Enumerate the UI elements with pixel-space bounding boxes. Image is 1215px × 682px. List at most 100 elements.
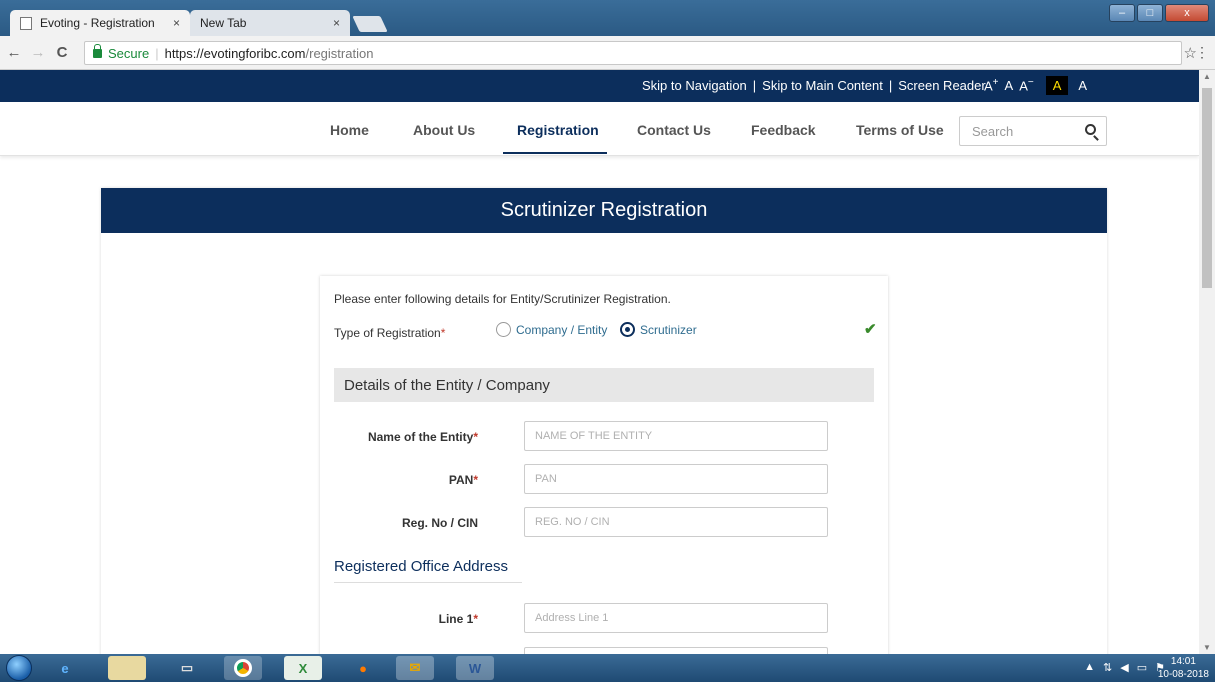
scroll-thumb[interactable] — [1202, 88, 1212, 288]
page-viewport: Skip to Navigation | Skip to Main Conten… — [0, 70, 1199, 654]
minus-icon: − — [1027, 77, 1034, 89]
browser-menu-icon[interactable]: ⋮ — [1195, 44, 1209, 61]
font-decrease-label: A — [1019, 78, 1028, 94]
volume-icon[interactable]: ◀ — [1120, 661, 1128, 674]
close-window-button[interactable]: x — [1165, 4, 1209, 22]
page-title: Scrutinizer Registration — [101, 188, 1107, 233]
tab-close-icon[interactable]: × — [173, 16, 180, 30]
reload-button[interactable]: C — [52, 44, 72, 61]
back-button[interactable]: ← — [4, 44, 24, 61]
arrow-up-icon[interactable]: ▲ — [1084, 661, 1095, 674]
nav-terms-of-use[interactable]: Terms of Use — [856, 122, 944, 138]
word-icon[interactable]: W — [456, 656, 494, 680]
tab-close-icon[interactable]: × — [333, 16, 340, 30]
pan-label: PAN* — [308, 473, 478, 487]
system-tray: ▲ ⇅ ◀ ▭ ⚑ — [1084, 661, 1165, 674]
required-mark: * — [473, 473, 478, 487]
font-increase-button[interactable]: A+ — [984, 77, 999, 93]
search-placeholder: Search — [972, 123, 1014, 139]
pan-input[interactable] — [524, 464, 828, 494]
main-navigation: Home About Us Registration Contact Us Fe… — [0, 102, 1199, 156]
address-line1-input[interactable] — [524, 603, 828, 633]
font-normal-button[interactable]: A — [1005, 78, 1014, 93]
address-bar[interactable]: Secure | https://evotingforibc.com/regis… — [84, 41, 1182, 65]
radio-company-entity[interactable]: Company / Entity — [496, 322, 607, 337]
secure-label: Secure — [108, 45, 150, 61]
search-input[interactable]: Search — [959, 116, 1107, 146]
skip-links: Skip to Navigation | Skip to Main Conten… — [642, 78, 986, 93]
outlook-icon[interactable]: ✉ — [396, 656, 434, 680]
browser-titlebar: Evoting - Registration × New Tab × – □ x — [0, 0, 1215, 36]
radio-label: Company / Entity — [516, 322, 608, 337]
required-mark: * — [473, 430, 478, 444]
nav-registration[interactable]: Registration — [517, 122, 599, 138]
window-controls: – □ x — [1109, 4, 1209, 22]
internet-explorer-icon[interactable]: e — [46, 656, 84, 680]
label-text: Name of the Entity — [367, 430, 474, 444]
radio-button[interactable] — [496, 322, 511, 337]
file-explorer-icon[interactable] — [108, 656, 146, 680]
skip-to-main-content-link[interactable]: Skip to Main Content — [762, 78, 883, 93]
form-intro: Please enter following details for Entit… — [334, 292, 671, 306]
monitor-icon[interactable]: ▭ — [1137, 661, 1147, 674]
screen-reader-link[interactable]: Screen Reader — [898, 78, 985, 93]
firefox-icon[interactable]: ● — [344, 656, 382, 680]
registration-form: Please enter following details for Entit… — [320, 276, 888, 654]
required-mark: * — [473, 612, 478, 626]
scroll-down-arrow-icon[interactable]: ▼ — [1203, 643, 1211, 652]
windows-taskbar: e ▭ X ● ✉ W ▲ ⇅ ◀ ▭ ⚑ 14:01 10-08-2018 — [0, 654, 1215, 682]
lock-icon — [93, 43, 102, 58]
font-size-controls: A+ A A− A A — [984, 76, 1091, 95]
nav-home[interactable]: Home — [330, 122, 369, 138]
registration-type-label: Type of Registration* — [334, 326, 445, 340]
font-decrease-button[interactable]: A− — [1019, 77, 1034, 93]
radio-button-checked[interactable] — [620, 322, 635, 337]
radio-scrutinizer[interactable]: Scrutinizer — [620, 322, 697, 337]
radio-label: Scrutinizer — [640, 322, 697, 337]
scroll-up-arrow-icon[interactable]: ▲ — [1203, 72, 1211, 81]
clock-time: 14:01 — [1170, 656, 1196, 667]
default-contrast-button[interactable]: A — [1074, 76, 1091, 95]
address-line1-label: Line 1* — [308, 612, 478, 626]
tab-evoting-registration[interactable]: Evoting - Registration × — [10, 10, 190, 36]
tab-title: New Tab — [200, 16, 247, 30]
forward-button[interactable]: → — [28, 44, 48, 61]
separator: | — [888, 78, 893, 93]
new-tab-button[interactable] — [352, 16, 388, 32]
nav-contact-us[interactable]: Contact Us — [637, 122, 711, 138]
nav-about-us[interactable]: About Us — [413, 122, 475, 138]
label-text: Reg. No / CIN — [401, 516, 478, 530]
page-scrollbar[interactable]: ▲ ▼ — [1199, 70, 1215, 654]
reg-no-cin-label: Reg. No / CIN — [308, 516, 478, 530]
minimize-button[interactable]: – — [1109, 4, 1135, 22]
tab-new-tab[interactable]: New Tab × — [190, 10, 350, 36]
checkmark-icon: ✔ — [864, 321, 877, 338]
app-window-icon[interactable]: ▭ — [168, 656, 206, 680]
required-mark: * — [440, 326, 446, 340]
nav-feedback[interactable]: Feedback — [751, 122, 816, 138]
label-text: Line 1 — [438, 612, 474, 626]
divider — [334, 582, 522, 583]
url-host: https://evotingforibc.com — [164, 45, 306, 61]
clock-date: 10-08-2018 — [1157, 669, 1209, 680]
chrome-icon[interactable] — [224, 656, 262, 680]
maximize-button[interactable]: □ — [1137, 4, 1163, 22]
network-icon[interactable]: ⇅ — [1103, 661, 1112, 674]
registered-office-address-heading: Registered Office Address — [334, 558, 508, 575]
section-heading-entity-details: Details of the Entity / Company — [334, 368, 874, 402]
entity-name-input[interactable] — [524, 421, 828, 451]
browser-toolbar: ← → C Secure | https://evotingforibc.com… — [0, 36, 1215, 70]
address-line2-input[interactable] — [524, 647, 828, 654]
clock[interactable]: 14:01 10-08-2018 — [1158, 655, 1209, 681]
high-contrast-button[interactable]: A — [1045, 76, 1069, 95]
chrome-logo — [234, 659, 252, 677]
registration-card: Scrutinizer Registration Please enter fo… — [101, 188, 1107, 654]
page-icon — [20, 16, 32, 30]
accessibility-bar: Skip to Navigation | Skip to Main Conten… — [0, 70, 1199, 102]
reg-no-cin-input[interactable] — [524, 507, 828, 537]
start-button[interactable] — [6, 655, 32, 681]
tab-title: Evoting - Registration — [40, 16, 155, 30]
excel-icon[interactable]: X — [284, 656, 322, 680]
search-icon[interactable] — [1085, 124, 1096, 135]
skip-to-navigation-link[interactable]: Skip to Navigation — [642, 78, 747, 93]
